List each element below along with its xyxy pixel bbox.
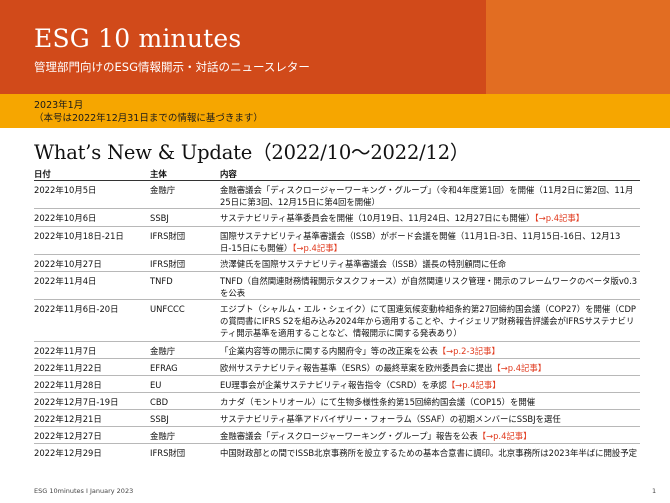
newsletter-subtitle: 管理部門向けのESG情報開示・対話のニュースレター — [34, 60, 310, 74]
newsletter-header: ESG 10 minutes 管理部門向けのESG情報開示・対話のニュースレター — [0, 0, 670, 94]
row-content-text: 国際サステナビリティ基準審議会（ISSB）がボード会議を開催（11月1日-3日、… — [220, 231, 621, 253]
row-content-text: サステナビリティ基準アドバイザリー・フォーラム（SSAF）の初期メンバーにSSB… — [220, 414, 561, 424]
row-date: 2022年10月27日 — [34, 259, 102, 269]
row-org: IFRS財団 — [150, 448, 186, 458]
row-org: UNFCCC — [150, 304, 185, 314]
row-date: 2022年12月27日 — [34, 431, 102, 441]
row-content-text: カナダ（モントリオール）にて生物多様性条約第15回締約国会議（COP15）を開催 — [220, 397, 536, 407]
row-date: 2022年11月6日-20日 — [34, 304, 119, 314]
row-org: EFRAG — [150, 363, 178, 373]
header-content: 内容 — [220, 169, 237, 179]
table-row: 2022年11月7日 金融庁 「企業内容等の開示に関する内閣府令」等の改正案を公… — [34, 342, 640, 359]
row-content-text: 金融審議会「ディスクロージャーワーキング・グループ」（令和4年度第1回）を開催（… — [220, 185, 634, 207]
row-content-text: 渋澤健氏を国際サステナビリティ基準審議会（ISSB）議長の特別顧問に任命 — [220, 259, 507, 269]
row-content-text: EU理事会が企業サステナビリティ報告指令（CSRD）を承認 — [220, 380, 447, 390]
table-row: 2022年11月28日 EU EU理事会が企業サステナビリティ報告指令（CSRD… — [34, 376, 640, 393]
footer-text: ESG 10minutes I January 2023 — [34, 487, 134, 495]
table-row: 2022年10月18日-21日 IFRS財団 国際サステナビリティ基準審議会（I… — [34, 227, 640, 255]
row-content-text: 「企業内容等の開示に関する内閣府令」等の改正案を公表 — [220, 346, 438, 356]
table-row: 2022年10月6日 SSBJ サステナビリティ基準委員会を開催（10月19日、… — [34, 209, 640, 227]
issue-date-band: 2023年1月 （本号は2022年12月31日までの情報に基づきます） — [0, 94, 670, 128]
newsletter-title: ESG 10 minutes — [34, 24, 242, 53]
table-row: 2022年11月22日 EFRAG 欧州サステナビリティ報告基準（ESRS）の最… — [34, 359, 640, 376]
row-content: 金融審議会「ディスクロージャーワーキング・グループ」報告を公表【→p.4記事】 — [220, 430, 640, 442]
row-content: 国際サステナビリティ基準審議会（ISSB）がボード会議を開催（11月1日-3日、… — [220, 230, 640, 254]
table-header: 日付 主体 内容 — [34, 166, 640, 181]
row-ref-link[interactable]: 【→p.4記事】 — [535, 213, 585, 223]
row-content: 中国財政部との間でISSB北京事務所を設立するための基本合意書に調印。北京事務所… — [220, 447, 640, 459]
row-org: IFRS財団 — [150, 231, 186, 241]
row-date: 2022年12月29日 — [34, 448, 102, 458]
table-row: 2022年12月21日 SSBJ サステナビリティ基準アドバイザリー・フォーラム… — [34, 410, 640, 427]
news-table: 日付 主体 内容 2022年10月5日 金融庁 金融審議会「ディスクロージャーワ… — [34, 166, 640, 472]
row-org: SSBJ — [150, 213, 169, 223]
row-content: TNFD（自然関連財務情報開示タスクフォース）が自然関連リスク管理・開示のフレー… — [220, 275, 640, 299]
table-row: 2022年12月7日-19日 CBD カナダ（モントリオール）にて生物多様性条約… — [34, 393, 640, 410]
row-ref-link[interactable]: 【→p.2-3記事】 — [438, 346, 500, 356]
row-org: 金融庁 — [150, 346, 176, 356]
row-content-text: サステナビリティ基準委員会を開催（10月19日、11月24日、12月27日にも開… — [220, 213, 535, 223]
row-content-text: TNFD（自然関連財務情報開示タスクフォース）が自然関連リスク管理・開示のフレー… — [220, 276, 638, 298]
row-content: 渋澤健氏を国際サステナビリティ基準審議会（ISSB）議長の特別顧問に任命 — [220, 258, 640, 270]
table-row: 2022年11月4日 TNFD TNFD（自然関連財務情報開示タスクフォース）が… — [34, 272, 640, 300]
row-content: EU理事会が企業サステナビリティ報告指令（CSRD）を承認【→p.4記事】 — [220, 379, 640, 391]
row-ref-link[interactable]: 【→p.4記事】 — [478, 431, 532, 441]
row-date: 2022年12月21日 — [34, 414, 102, 424]
row-content-text: エジプト（シャルム・エル・シェイク）にて国連気候変動枠組条約第27回締約国会議（… — [220, 304, 636, 338]
row-content: 金融審議会「ディスクロージャーワーキング・グループ」（令和4年度第1回）を開催（… — [220, 184, 640, 208]
row-date: 2022年10月18日-21日 — [34, 231, 124, 241]
row-date: 2022年11月7日 — [34, 346, 97, 356]
row-org: TNFD — [150, 276, 173, 286]
issue-note: （本号は2022年12月31日までの情報に基づきます） — [34, 113, 263, 124]
row-date: 2022年11月4日 — [34, 276, 97, 286]
table-row: 2022年10月27日 IFRS財団 渋澤健氏を国際サステナビリティ基準審議会（… — [34, 255, 640, 272]
page-number: 1 — [652, 487, 657, 495]
row-content: サステナビリティ基準委員会を開催（10月19日、11月24日、12月27日にも開… — [220, 212, 640, 224]
table-row: 2022年10月5日 金融庁 金融審議会「ディスクロージャーワーキング・グループ… — [34, 181, 640, 209]
row-org: 金融庁 — [150, 431, 176, 441]
table-row: 2022年11月6日-20日 UNFCCC エジプト（シャルム・エル・シェイク）… — [34, 300, 640, 342]
header-date: 日付 — [34, 169, 51, 179]
row-content: 「企業内容等の開示に関する内閣府令」等の改正案を公表【→p.2-3記事】 — [220, 345, 640, 357]
row-content: カナダ（モントリオール）にて生物多様性条約第15回締約国会議（COP15）を開催 — [220, 396, 640, 408]
row-ref-link[interactable]: 【→p.4記事】 — [292, 243, 342, 253]
row-content: エジプト（シャルム・エル・シェイク）にて国連気候変動枠組条約第27回締約国会議（… — [220, 303, 640, 339]
row-content-text: 金融審議会「ディスクロージャーワーキング・グループ」報告を公表 — [220, 431, 478, 441]
row-ref-link[interactable]: 【→p.4記事】 — [447, 380, 501, 390]
row-date: 2022年12月7日-19日 — [34, 397, 119, 407]
table-row: 2022年12月27日 金融庁 金融審議会「ディスクロージャーワーキング・グルー… — [34, 427, 640, 444]
issue-date: 2023年1月 — [34, 100, 84, 111]
row-org: 金融庁 — [150, 185, 176, 195]
row-date: 2022年10月5日 — [34, 185, 97, 195]
row-content-text: 欧州サステナビリティ報告基準（ESRS）の最終草案を欧州委員会に提出 — [220, 363, 493, 373]
table-row: 2022年12月29日 IFRS財団 中国財政部との間でISSB北京事務所を設立… — [34, 444, 640, 472]
row-org: EU — [150, 380, 162, 390]
row-org: SSBJ — [150, 414, 169, 424]
section-title: What’s New & Update（2022/10～2022/12） — [34, 141, 470, 164]
header-org: 主体 — [150, 169, 167, 179]
row-org: CBD — [150, 397, 169, 407]
row-date: 2022年10月6日 — [34, 213, 97, 223]
row-org: IFRS財団 — [150, 259, 186, 269]
row-ref-link[interactable]: 【→p.4記事】 — [492, 363, 546, 373]
row-date: 2022年11月28日 — [34, 380, 102, 390]
row-content: 欧州サステナビリティ報告基準（ESRS）の最終草案を欧州委員会に提出【→p.4記… — [220, 362, 640, 374]
header-accent-block — [486, 0, 670, 94]
row-content: サステナビリティ基準アドバイザリー・フォーラム（SSAF）の初期メンバーにSSB… — [220, 413, 640, 425]
row-date: 2022年11月22日 — [34, 363, 102, 373]
row-content-text: 中国財政部との間でISSB北京事務所を設立するための基本合意書に調印。北京事務所… — [220, 448, 637, 458]
